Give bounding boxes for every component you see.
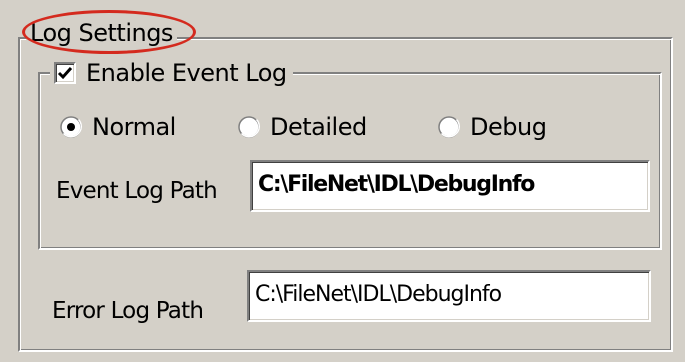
enable-event-log-checkbox[interactable]: Enable Event Log bbox=[50, 58, 293, 88]
checkbox-checked-icon[interactable] bbox=[54, 62, 76, 84]
radio-debug[interactable]: Debug bbox=[438, 112, 547, 142]
radio-unselected-icon[interactable] bbox=[438, 116, 461, 138]
radio-selected-icon[interactable] bbox=[60, 116, 83, 138]
enable-event-log-label: Enable Event Log bbox=[86, 59, 287, 87]
radio-normal-label: Normal bbox=[92, 113, 176, 141]
event-log-path-input[interactable]: C:\FileNet\IDL\DebugInfo bbox=[250, 160, 650, 212]
event-log-path-label: Event Log Path bbox=[56, 178, 218, 204]
error-log-path-label: Error Log Path bbox=[52, 298, 204, 324]
radio-debug-label: Debug bbox=[470, 113, 547, 141]
radio-detailed-label: Detailed bbox=[270, 113, 367, 141]
error-log-path-input[interactable]: C:\FileNet\IDL\DebugInfo bbox=[247, 270, 651, 322]
radio-detailed[interactable]: Detailed bbox=[238, 112, 367, 142]
radio-unselected-icon[interactable] bbox=[238, 116, 261, 138]
radio-normal[interactable]: Normal bbox=[60, 112, 176, 142]
log-settings-title: Log Settings bbox=[26, 18, 177, 48]
log-settings-panel: Log Settings Enable Event Log Normal Det… bbox=[0, 0, 685, 362]
